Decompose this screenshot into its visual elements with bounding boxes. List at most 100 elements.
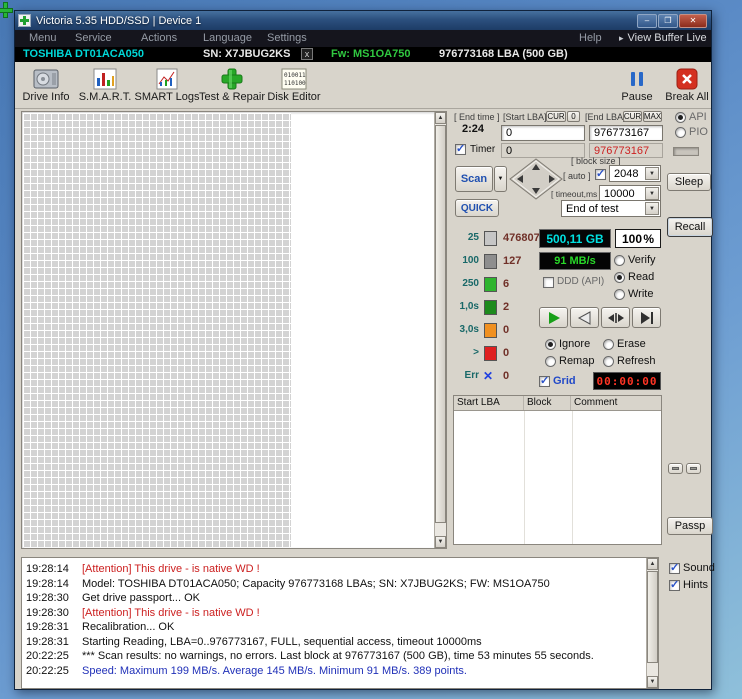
block-size-dropdown[interactable]: 2048 ▼ (609, 165, 661, 182)
view-buffer-live-toggle[interactable]: ▸ View Buffer Live (619, 32, 707, 44)
log-scrollbar[interactable]: ▲ ▼ (646, 558, 658, 688)
menu-item-actions[interactable]: Actions (141, 32, 177, 44)
toolbar-smart-logs-button[interactable]: SMART Logs (135, 64, 200, 107)
start-lba-cur-button[interactable]: CUR (546, 111, 566, 122)
refresh-radio[interactable] (603, 356, 614, 367)
capacity-display: 500,11 GB (539, 229, 611, 248)
ddd-api-checkbox[interactable] (543, 277, 554, 288)
stat-label: 100 (462, 255, 479, 266)
step-back-button[interactable] (570, 307, 599, 328)
read-label: Read (628, 271, 655, 283)
dropdown-arrow-icon[interactable]: ▼ (645, 202, 659, 215)
menu-item-help[interactable]: Help (579, 32, 602, 44)
scrollbar-thumb[interactable] (647, 571, 658, 663)
end-lba-input[interactable]: 976773167 (589, 125, 663, 141)
close-button[interactable]: ✕ (679, 13, 707, 28)
end-lba-label: [End LBA] (585, 112, 626, 122)
log-message: Recalibration... OK (82, 621, 175, 633)
sleep-button[interactable]: Sleep (667, 173, 711, 191)
title-bar[interactable]: Victoria 5.35 HDD/SSD | Device 1 – ❐ ✕ (15, 11, 711, 30)
pio-radio[interactable] (675, 127, 686, 138)
scan-area-scrollbar[interactable]: ▲ ▼ (434, 112, 446, 548)
quick-button[interactable]: QUICK (455, 199, 499, 217)
log-entry: 19:28:30 [Attention] This drive - is nat… (26, 606, 658, 621)
log-timestamp: 20:22:25 (26, 650, 69, 662)
stat-label: 25 (467, 232, 479, 243)
bar-chart-icon (93, 66, 117, 91)
percent-display: 100 % (615, 229, 661, 248)
scrollbar-thumb[interactable] (435, 125, 446, 523)
ignore-radio[interactable] (545, 339, 556, 350)
minimize-button[interactable]: – (637, 13, 657, 28)
toolbar-test-repair-button[interactable]: Test & Repair (199, 64, 265, 107)
log-timestamp: 20:22:25 (26, 664, 69, 677)
percent-sign: % (643, 231, 654, 246)
grid-checkbox[interactable] (539, 374, 550, 387)
stat-row: 25 476807 (453, 231, 541, 251)
start-test-button[interactable] (539, 307, 568, 328)
pause-button[interactable]: Pause (615, 64, 659, 107)
end-lba-cur-button[interactable]: CUR (623, 111, 642, 122)
scroll-up-icon[interactable]: ▲ (647, 558, 658, 570)
hints-label: Hints (683, 579, 709, 591)
scroll-down-icon[interactable]: ▼ (647, 676, 658, 688)
seek-position-button[interactable] (601, 307, 630, 328)
error-cross-icon: ✕ (483, 369, 494, 383)
passp-button[interactable]: Passp (667, 517, 713, 535)
green-cross-icon (0, 8, 13, 13)
verify-radio[interactable] (614, 255, 625, 266)
end-lba-max-button[interactable]: MAX (643, 111, 662, 122)
seek-icon (607, 311, 625, 325)
timer-checkbox[interactable] (455, 142, 466, 155)
menu-item-settings[interactable]: Settings (267, 32, 307, 44)
end-time-value: 2:24 (462, 123, 485, 135)
victoria-desktop-icon[interactable] (0, 2, 13, 18)
dropdown-arrow-icon[interactable]: ▼ (645, 167, 659, 180)
break-all-button[interactable]: Break All (663, 64, 711, 107)
auto-checkbox[interactable] (595, 167, 606, 180)
hdd-icon (33, 66, 59, 91)
scroll-up-icon[interactable]: ▲ (435, 112, 446, 124)
drive-tab-close-button[interactable]: x (301, 48, 313, 60)
toolbar-drive-info-button[interactable]: Drive Info (21, 64, 71, 107)
toolbar-disk-editor-button[interactable]: 010011 110100 Disk Editor (267, 64, 321, 107)
indicator-button-left[interactable] (668, 463, 683, 474)
log-message: Speed: Maximum 199 MB/s. Average 145 MB/… (82, 664, 467, 677)
grid-label: Grid (553, 375, 576, 387)
remap-radio[interactable] (545, 356, 556, 367)
hints-checkbox[interactable] (669, 578, 680, 591)
defect-table: Start LBA Block Comment (453, 395, 662, 545)
start-lba-zero-button[interactable]: 0 (567, 111, 580, 122)
log-entry: 19:28:31 Starting Reading, LBA=0..976773… (26, 635, 658, 650)
toolbar-smart-button[interactable]: S.M.A.R.T. (79, 64, 131, 107)
maximize-button[interactable]: ❐ (658, 13, 678, 28)
recall-button[interactable]: Recall (667, 217, 713, 237)
erase-radio[interactable] (603, 339, 614, 350)
write-radio[interactable] (614, 289, 625, 300)
scan-dropdown-button[interactable]: ▼ (494, 166, 507, 192)
end-of-test-dropdown[interactable]: End of test ▼ (561, 200, 661, 217)
play-icon (546, 311, 562, 325)
drive-serial: SN: X7JBUG2KS (203, 48, 291, 60)
remap-label: Remap (559, 355, 595, 367)
stat-value: 0 (503, 370, 510, 382)
scroll-down-icon[interactable]: ▼ (435, 536, 446, 548)
menu-item-service[interactable]: Service (75, 32, 112, 44)
stat-row-errors: Err ✕ 0 (453, 369, 541, 389)
read-radio[interactable] (614, 272, 625, 283)
scan-visualization-area: ▲ ▼ (21, 111, 447, 549)
dropdown-arrow-icon[interactable]: ▼ (645, 187, 659, 200)
menu-item-menu[interactable]: Menu (29, 32, 57, 44)
menu-item-language[interactable]: Language (203, 32, 252, 44)
skip-end-button[interactable] (632, 307, 661, 328)
indicator-button-right[interactable] (686, 463, 701, 474)
log-timestamp: 19:28:14 (26, 563, 69, 575)
end-time-label: [ End time ] (454, 112, 500, 122)
api-radio[interactable] (675, 112, 686, 123)
toolbar-button-label: Disk Editor (267, 91, 321, 103)
sound-checkbox[interactable] (669, 561, 680, 574)
binary-editor-icon: 010011 110100 (281, 66, 307, 91)
back-triangle-icon (577, 310, 593, 325)
scan-button[interactable]: Scan (455, 166, 493, 192)
start-lba-input[interactable]: 0 (501, 125, 585, 141)
